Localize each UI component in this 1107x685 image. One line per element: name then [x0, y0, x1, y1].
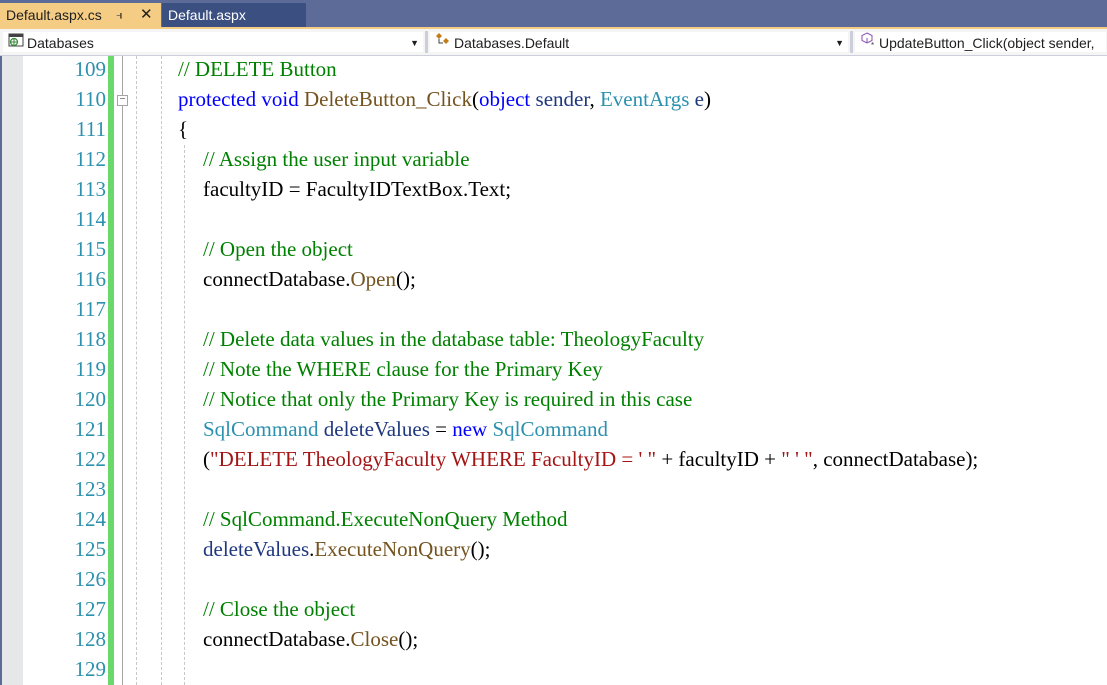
- chevron-down-icon: ▼: [835, 38, 844, 48]
- code-token: // Notice that only the Primary Key is r…: [203, 387, 693, 411]
- code-token: new: [452, 417, 488, 441]
- code-line[interactable]: deleteValues.ExecuteNonQuery();: [203, 537, 490, 562]
- code-token: "DELETE TheologyFaculty WHERE FacultyID …: [210, 447, 657, 471]
- code-line[interactable]: SqlCommand deleteValues = new SqlCommand: [203, 417, 608, 442]
- code-token: connectDatabase.: [203, 627, 351, 651]
- tab-label: Default.aspx.cs: [6, 7, 102, 23]
- code-token: // DELETE Button: [178, 57, 337, 81]
- code-line[interactable]: ("DELETE TheologyFaculty WHERE FacultyID…: [203, 447, 978, 472]
- code-token: protected: [178, 87, 257, 111]
- close-icon[interactable]: ✕: [140, 3, 153, 27]
- code-token: ExecuteNonQuery: [314, 537, 471, 561]
- code-line[interactable]: // DELETE Button: [178, 57, 337, 82]
- tab-label: Default.aspx: [168, 7, 246, 23]
- code-line[interactable]: // Notice that only the Primary Key is r…: [203, 387, 692, 412]
- member-dropdown[interactable]: * UpdateButton_Click(object sender,: [854, 31, 1107, 53]
- code-token: facultyID = FacultyIDTextBox.Text;: [203, 177, 512, 201]
- code-line[interactable]: facultyID = FacultyIDTextBox.Text;: [203, 177, 511, 202]
- project-web-icon: [7, 32, 25, 54]
- code-token: sender: [535, 87, 590, 111]
- code-token: // Delete data values in the database ta…: [203, 327, 705, 351]
- code-token: (: [203, 447, 210, 471]
- project-dropdown-label: Databases: [27, 35, 94, 51]
- code-token: Close: [350, 627, 399, 651]
- nav-divider: [425, 31, 428, 53]
- code-line[interactable]: // Assign the user input variable: [203, 147, 470, 172]
- code-token: // SqlCommand.ExecuteNonQuery Method: [203, 507, 568, 531]
- code-token: ,: [589, 87, 600, 111]
- code-token: deleteValues: [323, 417, 430, 441]
- code-token: ();: [396, 267, 416, 291]
- code-token: Open: [350, 267, 397, 291]
- code-token: + facultyID +: [656, 447, 782, 471]
- code-token: SqlCommand: [203, 417, 319, 441]
- code-token: object: [478, 87, 531, 111]
- code-token: DeleteButton_Click: [303, 87, 472, 111]
- tab-default-aspx-cs[interactable]: Default.aspx.cs ⫣ ✕: [0, 3, 161, 27]
- code-token: // Note the WHERE clause for the Primary…: [203, 357, 603, 381]
- code-token: deleteValues: [203, 537, 310, 561]
- code-token: // Assign the user input variable: [203, 147, 470, 171]
- code-token: =: [429, 417, 453, 441]
- code-token: SqlCommand: [492, 417, 608, 441]
- member-dropdown-label: UpdateButton_Click(object sender,: [879, 35, 1095, 51]
- code-line[interactable]: // Open the object: [203, 237, 353, 262]
- type-dropdown-label: Databases.Default: [454, 35, 570, 51]
- code-line[interactable]: {: [178, 117, 188, 142]
- code-line[interactable]: // SqlCommand.ExecuteNonQuery Method: [203, 507, 568, 532]
- method-icon: *: [859, 32, 877, 55]
- nav-divider: [850, 31, 853, 53]
- code-token: EventArgs: [599, 87, 690, 111]
- chevron-down-icon: ▼: [410, 38, 419, 48]
- code-line[interactable]: connectDatabase.Open();: [203, 267, 416, 292]
- code-token: , connectDatabase);: [812, 447, 979, 471]
- code-token: {: [178, 117, 189, 141]
- code-line[interactable]: connectDatabase.Close();: [203, 627, 418, 652]
- svg-text:*: *: [871, 41, 874, 48]
- class-icon: [434, 32, 452, 55]
- code-token: connectDatabase.: [203, 267, 351, 291]
- code-token: // Close the object: [203, 597, 356, 621]
- type-dropdown[interactable]: Databases.Default ▼: [429, 31, 849, 53]
- code-token: (: [471, 87, 479, 111]
- navigation-bar: Databases ▼ Databases.Default ▼ * Update…: [0, 29, 1107, 56]
- code-line[interactable]: // Note the WHERE clause for the Primary…: [203, 357, 603, 382]
- code-token: ();: [470, 537, 491, 561]
- pin-icon[interactable]: ⫣: [116, 3, 123, 27]
- code-token: ): [704, 87, 711, 111]
- code-token: void: [261, 87, 299, 111]
- document-tab-bar: Default.aspx.cs ⫣ ✕ Default.aspx: [0, 0, 1107, 27]
- code-line[interactable]: protected void DeleteButton_Click(object…: [178, 87, 711, 112]
- code-token: e: [694, 87, 704, 111]
- tab-default-aspx[interactable]: Default.aspx: [162, 3, 306, 27]
- code-token: // Open the object: [203, 237, 353, 261]
- code-token: ();: [398, 627, 419, 651]
- code-editor[interactable]: // DELETE Button protected void DeleteBut…: [0, 56, 1107, 685]
- code-line[interactable]: // Delete data values in the database ta…: [203, 327, 704, 352]
- code-token: " ' ": [781, 447, 813, 471]
- code-line[interactable]: // Close the object: [203, 597, 355, 622]
- project-dropdown[interactable]: Databases ▼: [2, 31, 424, 53]
